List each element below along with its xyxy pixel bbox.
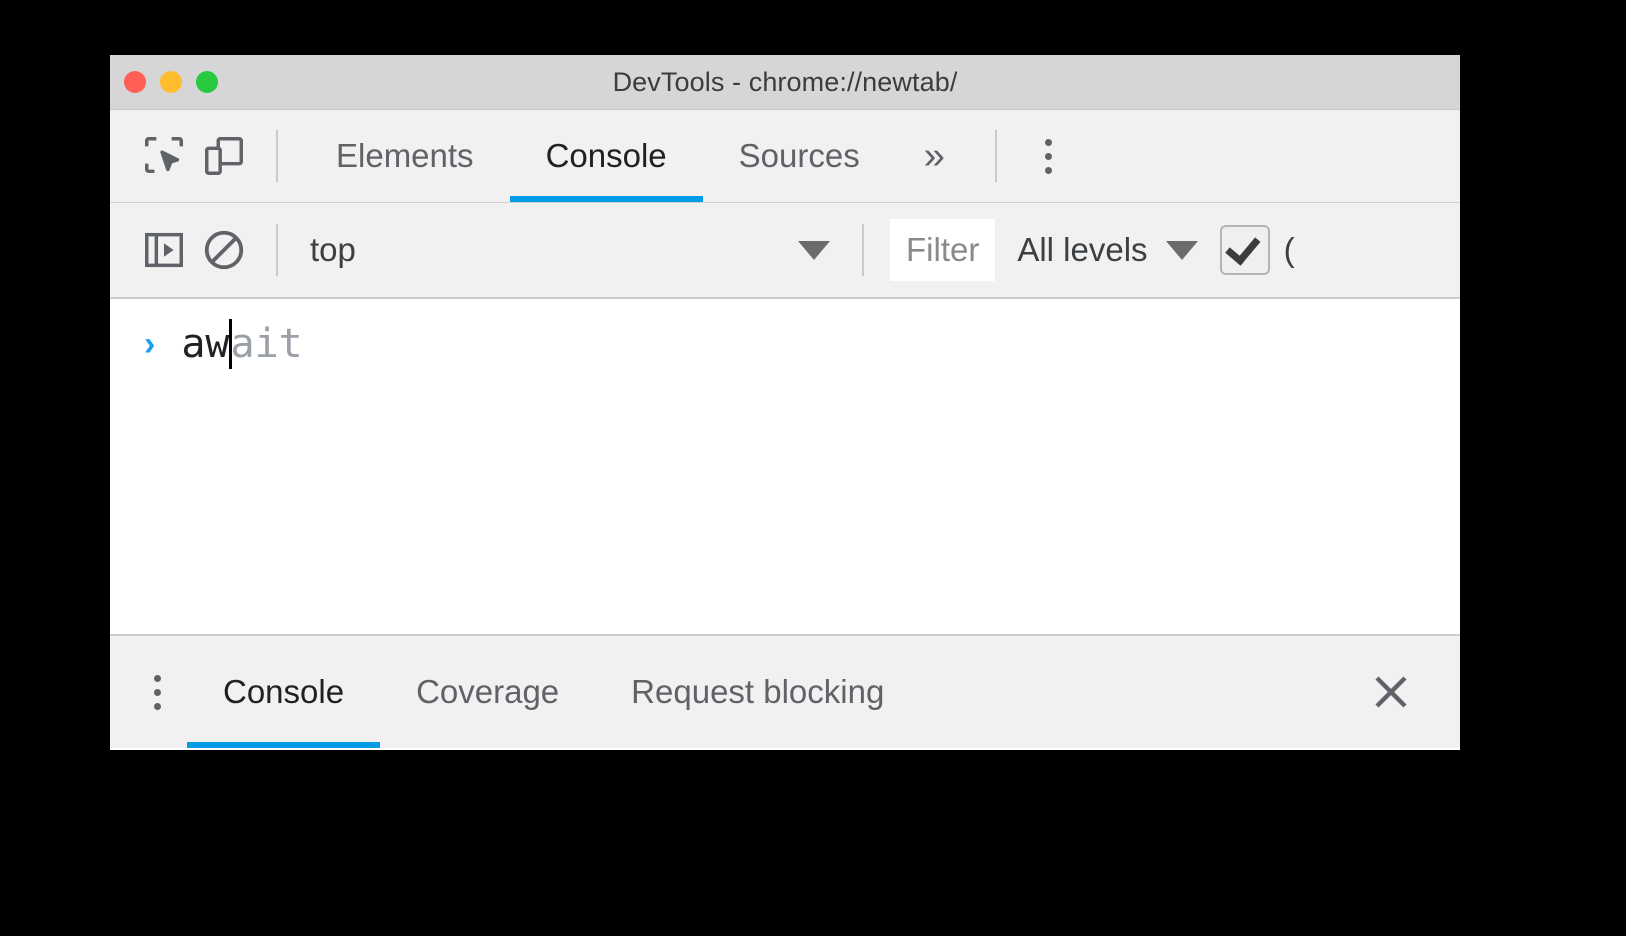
panel-tabs: Elements Console Sources (300, 110, 896, 202)
tab-console[interactable]: Console (509, 110, 703, 202)
screen: DevTools - chrome://newtab/ Elements Con… (0, 0, 1626, 936)
more-tabs-chevron-label: » (923, 135, 945, 177)
drawer-tab-coverage-label: Coverage (416, 673, 560, 710)
console-toolbar: top Filter All levels ( (110, 203, 1460, 299)
inspect-element-icon[interactable] (134, 126, 194, 186)
tab-elements-label: Elements (336, 137, 474, 174)
console-filter-placeholder: Filter (906, 231, 980, 268)
checkmark-icon (1225, 229, 1261, 266)
drawer-tab-console[interactable]: Console (187, 636, 381, 748)
kebab-dot (154, 688, 161, 696)
drawer-tab-request-blocking-label: Request blocking (631, 673, 885, 710)
drawer-tab-coverage[interactable]: Coverage (380, 636, 595, 748)
console-toolbar-divider-2 (862, 224, 864, 276)
window-title: DevTools - chrome://newtab/ (612, 66, 958, 97)
kebab-dot (154, 674, 161, 682)
console-prompt-row[interactable]: › aw ait (110, 299, 1460, 369)
drawer-tab-console-label: Console (223, 673, 345, 710)
device-toolbar-icon[interactable] (194, 126, 254, 186)
devtools-main-toolbar: Elements Console Sources » (110, 110, 1460, 203)
tab-console-label: Console (545, 137, 667, 174)
tab-elements[interactable]: Elements (300, 110, 510, 202)
console-output-area[interactable]: › aw ait (110, 299, 1460, 636)
execution-context-selector[interactable]: top (300, 231, 840, 269)
drawer-tabs: Console Coverage Request blocking (187, 636, 920, 748)
console-setting-checkbox[interactable] (1219, 225, 1270, 275)
tab-sources[interactable]: Sources (703, 110, 896, 202)
log-level-dropdown[interactable]: All levels (995, 231, 1219, 269)
clear-console-icon[interactable] (194, 220, 254, 280)
kebab-dot (1044, 152, 1052, 160)
toolbar-divider (276, 130, 278, 182)
console-toolbar-divider (276, 224, 278, 276)
kebab-dot (1044, 166, 1052, 174)
chevron-down-icon (798, 240, 830, 260)
console-sidebar-icon[interactable] (134, 220, 194, 280)
chevron-down-icon (1165, 240, 1198, 260)
prompt-arrow-icon: › (144, 325, 156, 363)
more-options-icon[interactable] (1019, 138, 1078, 174)
execution-context-value: top (310, 231, 356, 268)
close-drawer-icon[interactable] (1364, 665, 1418, 719)
toolbar-divider-2 (994, 130, 997, 182)
devtools-drawer: Console Coverage Request blocking (110, 636, 1460, 748)
kebab-dot (154, 702, 161, 710)
kebab-dot (1044, 138, 1052, 146)
tab-sources-label: Sources (738, 137, 860, 174)
console-typed-text: aw (181, 321, 230, 367)
devtools-window: DevTools - chrome://newtab/ Elements Con… (110, 55, 1460, 750)
console-filter-input[interactable]: Filter (890, 219, 996, 281)
more-tabs-chevron-icon[interactable]: » (896, 137, 973, 175)
window-titlebar: DevTools - chrome://newtab/ (110, 55, 1460, 110)
log-level-value: All levels (1017, 231, 1148, 268)
console-prompt-input[interactable]: aw ait (181, 319, 303, 369)
console-setting-label: ( (1283, 231, 1295, 268)
drawer-tab-request-blocking[interactable]: Request blocking (595, 636, 920, 748)
console-autocomplete-ghost: ait (230, 321, 303, 367)
drawer-more-options-icon[interactable] (110, 674, 187, 710)
